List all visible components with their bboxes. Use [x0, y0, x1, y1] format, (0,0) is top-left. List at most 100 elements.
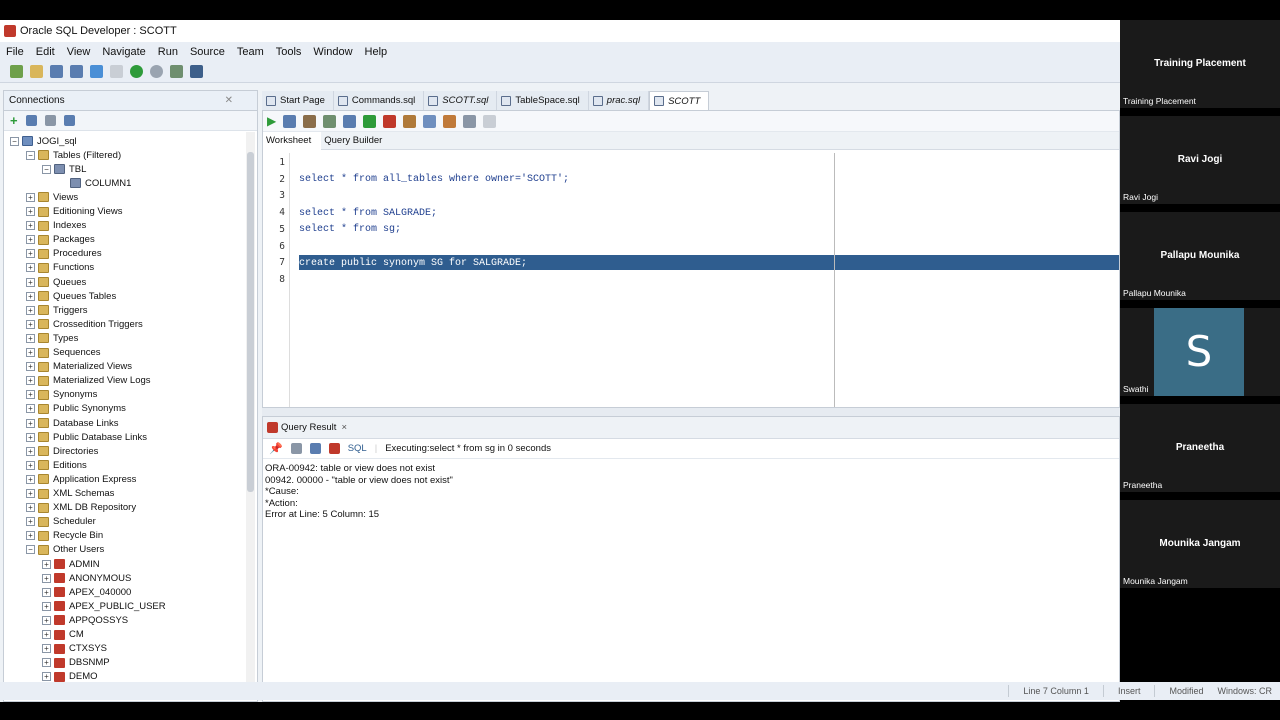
- expand-icon[interactable]: +: [26, 319, 35, 329]
- tree-node[interactable]: + Materialized View Logs: [26, 374, 151, 388]
- expand-icon[interactable]: +: [26, 333, 35, 343]
- menu-help[interactable]: Help: [365, 46, 388, 58]
- tab-start-page[interactable]: Start Page: [262, 91, 334, 110]
- expand-icon[interactable]: +: [26, 474, 35, 484]
- expand-icon[interactable]: +: [42, 615, 51, 625]
- expand-icon[interactable]: +: [42, 644, 51, 654]
- run-script-icon[interactable]: [283, 114, 297, 128]
- tree-node[interactable]: + Scheduler: [26, 515, 96, 529]
- back-icon[interactable]: [130, 65, 143, 78]
- collapse-icon[interactable]: −: [10, 136, 19, 146]
- tree-node[interactable]: + Sequences: [26, 346, 101, 360]
- collapse-icon[interactable]: −: [26, 150, 35, 160]
- filter-icon[interactable]: [44, 115, 56, 126]
- unshared-sql-icon[interactable]: [403, 114, 417, 128]
- expand-icon[interactable]: +: [42, 573, 51, 583]
- tree-node[interactable]: + ADMIN: [42, 557, 100, 571]
- tree-node[interactable]: + Queues: [26, 275, 86, 289]
- tree-node[interactable]: + APEX_PUBLIC_USER: [42, 599, 166, 613]
- pin-icon[interactable]: 📌: [269, 442, 283, 455]
- schema-browser-icon[interactable]: [63, 115, 75, 126]
- tree-node[interactable]: + Recycle Bin: [26, 529, 103, 543]
- expand-icon[interactable]: +: [26, 446, 35, 456]
- tree-node[interactable]: − Other Users: [26, 543, 104, 557]
- expand-icon[interactable]: +: [26, 460, 35, 470]
- tab-prac-sql[interactable]: prac.sql: [588, 91, 650, 110]
- close-icon[interactable]: ×: [341, 422, 347, 433]
- cancel-icon[interactable]: [328, 443, 340, 454]
- save-icon[interactable]: [50, 65, 63, 78]
- rollback-icon[interactable]: [383, 114, 397, 128]
- tree-node[interactable]: + Queues Tables: [26, 289, 116, 303]
- expand-icon[interactable]: +: [42, 559, 51, 569]
- tab-query-builder[interactable]: Query Builder: [321, 132, 392, 150]
- menu-window[interactable]: Window: [313, 46, 352, 58]
- refresh-icon[interactable]: [25, 115, 37, 126]
- tree-node[interactable]: − TBL: [42, 162, 86, 176]
- expand-icon[interactable]: +: [26, 192, 35, 202]
- sql-tuning-icon[interactable]: [343, 114, 357, 128]
- autotrace-icon[interactable]: [303, 114, 317, 128]
- tree-node[interactable]: + Triggers: [26, 303, 88, 317]
- query-result-tab[interactable]: Query Result ×: [263, 417, 1119, 439]
- expand-icon[interactable]: +: [26, 517, 35, 527]
- participant-tile[interactable]: Training Placement Training Placement: [1120, 20, 1280, 108]
- expand-icon[interactable]: +: [26, 277, 35, 287]
- expand-icon[interactable]: +: [26, 503, 35, 513]
- menu-view[interactable]: View: [67, 46, 91, 58]
- tree-node[interactable]: + Directories: [26, 444, 98, 458]
- tree-node[interactable]: + CM: [42, 628, 84, 642]
- tree-node[interactable]: + ANONYMOUS: [42, 571, 131, 585]
- expand-icon[interactable]: +: [42, 587, 51, 597]
- explain-plan-icon[interactable]: [323, 114, 337, 128]
- clear-icon[interactable]: [443, 114, 457, 128]
- new-icon[interactable]: [10, 65, 23, 78]
- redo-icon[interactable]: [110, 65, 123, 78]
- sql-link[interactable]: SQL: [348, 443, 367, 454]
- tree-node[interactable]: + CTXSYS: [42, 642, 107, 656]
- tree-node[interactable]: + Database Links: [26, 416, 118, 430]
- tree-node[interactable]: COLUMN1: [58, 176, 131, 190]
- expand-icon[interactable]: +: [26, 207, 35, 216]
- tab-scott[interactable]: SCOTT: [649, 91, 710, 110]
- tree-node[interactable]: + Packages: [26, 233, 95, 247]
- expand-icon[interactable]: +: [26, 376, 35, 386]
- tab-worksheet[interactable]: Worksheet: [263, 131, 322, 150]
- tree-node[interactable]: + Public Synonyms: [26, 402, 126, 416]
- monitor-icon[interactable]: [190, 65, 203, 78]
- expand-icon[interactable]: +: [26, 249, 35, 259]
- tab-commands-sql[interactable]: Commands.sql: [333, 91, 425, 110]
- menu-team[interactable]: Team: [237, 46, 264, 58]
- tree-node[interactable]: + Views: [26, 190, 78, 204]
- format-icon[interactable]: [423, 114, 437, 128]
- history-icon[interactable]: [463, 114, 477, 128]
- db-icon[interactable]: [170, 65, 183, 78]
- tree-node[interactable]: − JOGI_sql: [10, 134, 77, 148]
- tree-node[interactable]: + Editioning Views: [26, 205, 123, 219]
- participant-tile[interactable]: Mounika Jangam Mounika Jangam: [1120, 500, 1280, 588]
- tree-node[interactable]: + Crossedition Triggers: [26, 317, 143, 331]
- tree-scrollbar[interactable]: [246, 132, 255, 700]
- describe-icon[interactable]: [483, 114, 497, 128]
- tree-node[interactable]: + APPQOSSYS: [42, 613, 128, 627]
- expand-icon[interactable]: +: [26, 418, 35, 428]
- collapse-icon[interactable]: −: [42, 164, 51, 174]
- tree-node[interactable]: + XML DB Repository: [26, 501, 136, 515]
- menu-run[interactable]: Run: [158, 46, 178, 58]
- menu-source[interactable]: Source: [190, 46, 225, 58]
- expand-icon[interactable]: +: [26, 235, 35, 245]
- forward-icon[interactable]: [150, 65, 163, 78]
- collapse-icon[interactable]: −: [26, 545, 35, 555]
- participant-tile[interactable]: S Swathi: [1120, 308, 1280, 396]
- run-statement-icon[interactable]: ▶: [267, 114, 276, 128]
- expand-icon[interactable]: +: [42, 672, 51, 682]
- tree-node[interactable]: + APEX_040000: [42, 585, 131, 599]
- expand-icon[interactable]: +: [26, 390, 35, 400]
- expand-icon[interactable]: +: [42, 630, 51, 639]
- tree-node[interactable]: − Tables (Filtered): [26, 148, 121, 162]
- expand-icon[interactable]: +: [26, 348, 35, 357]
- expand-icon[interactable]: +: [26, 432, 35, 442]
- scrollbar-thumb[interactable]: [247, 152, 254, 492]
- expand-icon[interactable]: +: [26, 305, 35, 315]
- menu-edit[interactable]: Edit: [36, 46, 55, 58]
